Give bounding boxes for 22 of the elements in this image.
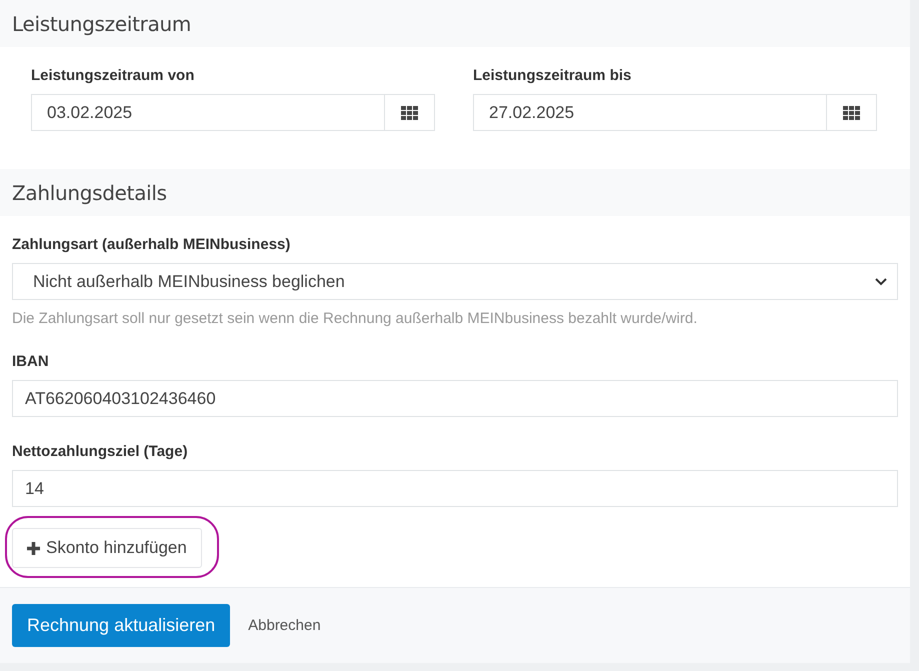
plus-icon	[27, 542, 40, 554]
input-field[interactable]: 14	[12, 470, 898, 507]
date-field[interactable]: 27.02.2025	[473, 94, 827, 131]
field-label: IBAN	[12, 353, 50, 370]
field-label: Nettozahlungsziel (Tage)	[12, 443, 189, 460]
update-invoice-button[interactable]: Rechnung aktualisieren	[12, 604, 230, 647]
field-label: Zahlungsart (außerhalb MEINbusiness)	[12, 236, 292, 253]
field-label: Leistungszeitraum bis	[473, 67, 632, 84]
chevron-icon	[875, 278, 887, 286]
calendar-icon	[401, 106, 418, 120]
field-label: Leistungszeitraum von	[31, 67, 196, 84]
input-field[interactable]: AT662060403102436460	[12, 380, 898, 417]
cancel-link[interactable]: Abbrechen	[248, 617, 321, 634]
section-header: Zahlungsdetails	[0, 169, 910, 216]
calendar-button[interactable]	[827, 94, 877, 131]
add-discount-button[interactable]: Skonto hinzufügen	[12, 528, 202, 568]
date-field[interactable]: 03.02.2025	[31, 94, 385, 131]
section-header: Leistungszeitraum	[0, 0, 910, 47]
hint-text: Die Zahlungsart soll nur gesetzt sein wenn die Rechnung außerhalb MEINbusiness bezahlt wurde/wird.	[12, 310, 698, 327]
calendar-button[interactable]	[385, 94, 435, 131]
payment-select[interactable]: Nicht außerhalb MEINbusiness beglichen	[12, 263, 898, 300]
calendar-icon	[843, 106, 860, 120]
